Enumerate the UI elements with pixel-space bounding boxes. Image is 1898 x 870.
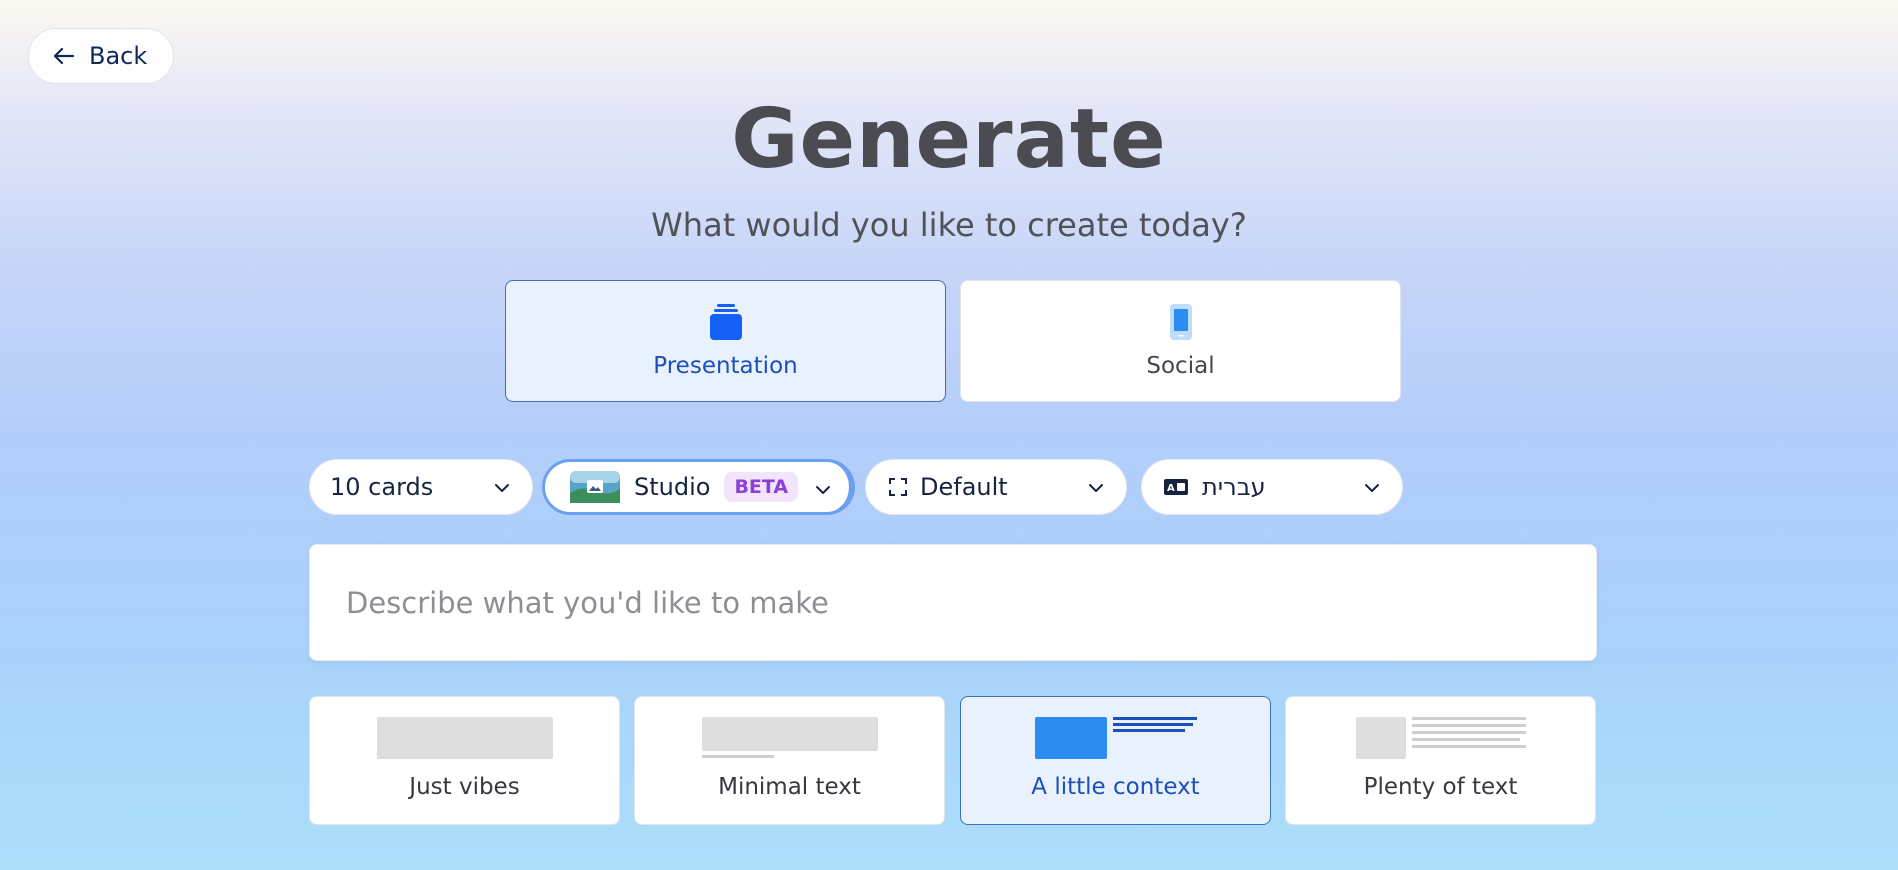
type-label-presentation: Presentation — [653, 353, 798, 379]
plenty-text-preview-icon — [1355, 717, 1526, 759]
little-context-preview-icon — [1034, 717, 1197, 759]
image-model-dropdown[interactable]: Studio BETA — [542, 459, 855, 515]
chevron-down-icon — [1089, 484, 1103, 492]
beta-badge: BETA — [724, 472, 799, 502]
back-label: Back — [89, 42, 148, 70]
text-amount-label: Just vibes — [409, 774, 520, 800]
page-subtitle: What would you like to create today? — [651, 206, 1247, 244]
language-value: עברית — [1202, 473, 1266, 501]
text-amount-minimal[interactable]: Minimal text — [634, 696, 945, 825]
chevron-down-icon — [1365, 484, 1379, 492]
back-button[interactable]: Back — [28, 28, 174, 84]
svg-text:A: A — [1167, 483, 1175, 494]
text-amount-label: Minimal text — [718, 774, 861, 800]
text-amount-label: Plenty of text — [1363, 774, 1518, 800]
text-amount-little-context[interactable]: A little context — [960, 696, 1271, 825]
card-count-value: 10 cards — [330, 473, 434, 501]
language-dropdown[interactable]: A עברית — [1141, 459, 1403, 515]
page-title: Generate — [731, 92, 1167, 187]
text-amount-plenty[interactable]: Plenty of text — [1285, 696, 1596, 825]
card-count-dropdown[interactable]: 10 cards — [309, 459, 533, 515]
text-amount-just-vibes[interactable]: Just vibes — [309, 696, 620, 825]
text-amount-label: A little context — [1031, 774, 1200, 800]
phone-icon — [1169, 304, 1192, 340]
image-model-value: Studio — [634, 473, 711, 501]
studio-thumbnail-icon — [570, 471, 620, 503]
arrow-left-icon — [53, 47, 75, 65]
type-card-social[interactable]: Social — [960, 280, 1401, 402]
type-card-presentation[interactable]: Presentation — [505, 280, 946, 402]
presentation-stack-icon — [709, 304, 742, 340]
type-label-social: Social — [1146, 353, 1215, 379]
chevron-down-icon — [495, 484, 509, 492]
format-dropdown[interactable]: Default — [865, 459, 1127, 515]
format-value: Default — [920, 473, 1008, 501]
fullscreen-icon — [889, 478, 907, 496]
minimal-text-preview-icon — [701, 717, 878, 758]
just-vibes-preview-icon — [376, 717, 553, 759]
prompt-input[interactable] — [344, 584, 1562, 621]
prompt-box[interactable] — [309, 544, 1597, 661]
chevron-down-icon — [816, 486, 830, 494]
translate-icon: A — [1164, 479, 1188, 495]
